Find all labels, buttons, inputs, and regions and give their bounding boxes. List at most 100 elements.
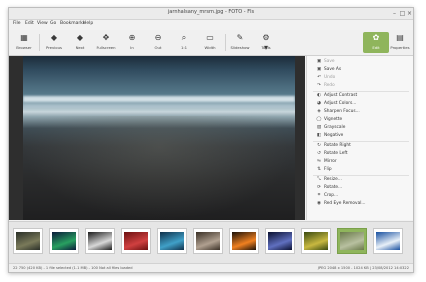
close-icon[interactable]: × xyxy=(406,10,413,17)
sidebar-item-resize[interactable]: ⤡ Resize... xyxy=(307,176,413,183)
sidebar-item-label: Save xyxy=(324,59,335,64)
browser-icon: ▦ xyxy=(20,33,28,42)
thumb-6[interactable] xyxy=(193,228,223,254)
next-button[interactable]: ◆ Next xyxy=(67,32,93,53)
mirror-icon: ⇋ xyxy=(317,159,321,164)
thumb-5[interactable] xyxy=(157,228,187,254)
sidebar-item-crop[interactable]: ⌗ Crop... xyxy=(307,192,413,199)
sidebar-item-flip[interactable]: ⇅ Flip xyxy=(307,166,413,173)
actual-size-label: 1:1 xyxy=(180,45,188,50)
menu-view[interactable]: View xyxy=(37,21,48,26)
flip-icon: ⇅ xyxy=(317,167,321,172)
sidebar-item-red-eye[interactable]: ◉ Red Eye Removal... xyxy=(307,200,413,207)
sidebar-item-redo[interactable]: ↷ Redo xyxy=(307,82,413,89)
thumb-9[interactable] xyxy=(301,228,331,254)
sidebar-item-vignette[interactable]: ◯ Vignette xyxy=(307,116,413,123)
sidebar-item-rotate-right[interactable]: ↻ Rotate Right xyxy=(307,142,413,149)
status-right: JPEG 2048 x 1500 - 1024 KB | 23/08/2012 … xyxy=(317,265,409,270)
menu-bookmarks[interactable]: Bookmarks xyxy=(60,21,85,26)
thumb-1[interactable] xyxy=(13,228,43,254)
edit-button[interactable]: ✿ Edit xyxy=(363,32,389,53)
sidebar-item-label: Rotate Right xyxy=(324,143,351,148)
thumb-8[interactable] xyxy=(265,228,295,254)
crop-icon: ⌗ xyxy=(317,193,321,198)
sidebar-item-sharpen[interactable]: ◈ Sharpen Focus... xyxy=(307,108,413,115)
rotate-icon: ⟳ xyxy=(317,185,321,190)
sidebar-item-save-as[interactable]: ▣ Save As xyxy=(307,66,413,73)
actual-size-button[interactable]: ⌕ 1:1 xyxy=(171,32,197,53)
slideshow-label: Slideshow xyxy=(230,45,250,50)
colors-icon: ◕ xyxy=(316,101,321,106)
image-viewer[interactable] xyxy=(9,56,305,220)
status-bar: 22 750 (420 KB) - 1 file selected (1.1 M… xyxy=(9,263,413,272)
edit-sidebar: ▣ Save ▣ Save As ↶ Undo ↷ Redo ◐ Adjust Contrast ◕… xyxy=(306,56,413,220)
thumb-4[interactable] xyxy=(121,228,151,254)
menu-bar: File Edit View Go Bookmarks Help xyxy=(9,20,413,29)
undo-icon: ↶ xyxy=(317,75,321,80)
sidebar-item-grayscale[interactable]: ▧ Grayscale xyxy=(307,124,413,131)
contrast-icon: ◐ xyxy=(316,93,321,98)
zoom-in-label: In xyxy=(130,45,134,50)
previous-button[interactable]: ◆ Previous xyxy=(41,32,67,53)
vignette-icon: ◯ xyxy=(316,117,322,122)
thumb-3[interactable] xyxy=(85,228,115,254)
sidebar-item-label: Save As xyxy=(324,67,342,72)
tools-button[interactable]: ⚙ ▾ Tools xyxy=(253,32,279,53)
title-bar: jarnhalsany_mrsrn.jpg - FOTO - Fls – □ × xyxy=(9,8,413,20)
previous-label: Previous xyxy=(45,45,63,50)
sidebar-item-undo[interactable]: ↶ Undo xyxy=(307,74,413,81)
maximize-icon[interactable]: □ xyxy=(399,10,406,17)
sidebar-item-label: Red Eye Removal... xyxy=(324,201,366,206)
thumbnail-image xyxy=(88,232,112,250)
save-as-icon: ▣ xyxy=(316,67,322,72)
minimize-icon[interactable]: – xyxy=(391,10,398,17)
menu-file[interactable]: File xyxy=(13,21,21,26)
sidebar-item-negative[interactable]: ◧ Negative xyxy=(307,132,413,139)
fullscreen-button[interactable]: ✥ Fullscreen xyxy=(93,32,119,53)
thumbnail-image xyxy=(376,232,400,250)
thumb-7[interactable] xyxy=(229,228,259,254)
sidebar-item-label: Grayscale xyxy=(324,125,346,130)
thumbnail-image xyxy=(304,232,328,250)
menu-help[interactable]: Help xyxy=(83,21,93,26)
sidebar-item-label: Mirror xyxy=(324,159,337,164)
slideshow-button[interactable]: ✎ Slideshow xyxy=(227,32,253,53)
tools-label: Tools xyxy=(261,45,271,50)
thumbnail-image xyxy=(16,232,40,250)
sidebar-item-save[interactable]: ▣ Save xyxy=(307,58,413,65)
thumb-11[interactable] xyxy=(373,228,403,254)
thumbnail-image xyxy=(268,232,292,250)
thumb-10[interactable] xyxy=(337,228,367,254)
thumbnail-strip xyxy=(9,221,413,264)
thumbnail-image xyxy=(124,232,148,250)
sidebar-item-label: Vignette xyxy=(324,117,343,122)
zoom-in-button[interactable]: ⊕ In xyxy=(119,32,145,53)
properties-label: Properties xyxy=(390,45,410,50)
sidebar-item-mirror[interactable]: ⇋ Mirror xyxy=(307,158,413,165)
sharpen-icon: ◈ xyxy=(317,109,321,114)
browser-button[interactable]: ▦ Browser xyxy=(11,32,37,53)
sidebar-item-contrast[interactable]: ◐ Adjust Contrast xyxy=(307,92,413,99)
thumb-2[interactable] xyxy=(49,228,79,254)
sidebar-item-rotate[interactable]: ⟳ Rotate... xyxy=(307,184,413,191)
menu-go[interactable]: Go xyxy=(50,21,56,26)
edit-icon: ✿ xyxy=(372,33,380,42)
next-label: Next xyxy=(75,45,85,50)
sidebar-item-label: Redo xyxy=(324,83,335,88)
sidebar-item-colors[interactable]: ◕ Adjust Colors... xyxy=(307,100,413,107)
zoom-out-button[interactable]: ⊖ Out xyxy=(145,32,171,53)
sidebar-item-label: Sharpen Focus... xyxy=(324,109,360,114)
thumbnail-image xyxy=(196,232,220,250)
sidebar-item-label: Flip xyxy=(324,167,332,172)
rotate-left-icon: ↺ xyxy=(317,151,321,156)
properties-button[interactable]: ▤ Properties xyxy=(387,32,413,53)
actual-size-icon: ⌕ xyxy=(181,33,187,42)
thumbnail-image xyxy=(340,232,364,250)
menu-edit[interactable]: Edit xyxy=(25,21,34,26)
wave-crest xyxy=(23,96,295,102)
fit-width-button[interactable]: ▭ Width xyxy=(197,32,223,53)
properties-icon: ▤ xyxy=(396,33,404,42)
toolbar-divider xyxy=(39,34,40,51)
thumbnail-image xyxy=(232,232,256,250)
sidebar-item-rotate-left[interactable]: ↺ Rotate Left xyxy=(307,150,413,157)
